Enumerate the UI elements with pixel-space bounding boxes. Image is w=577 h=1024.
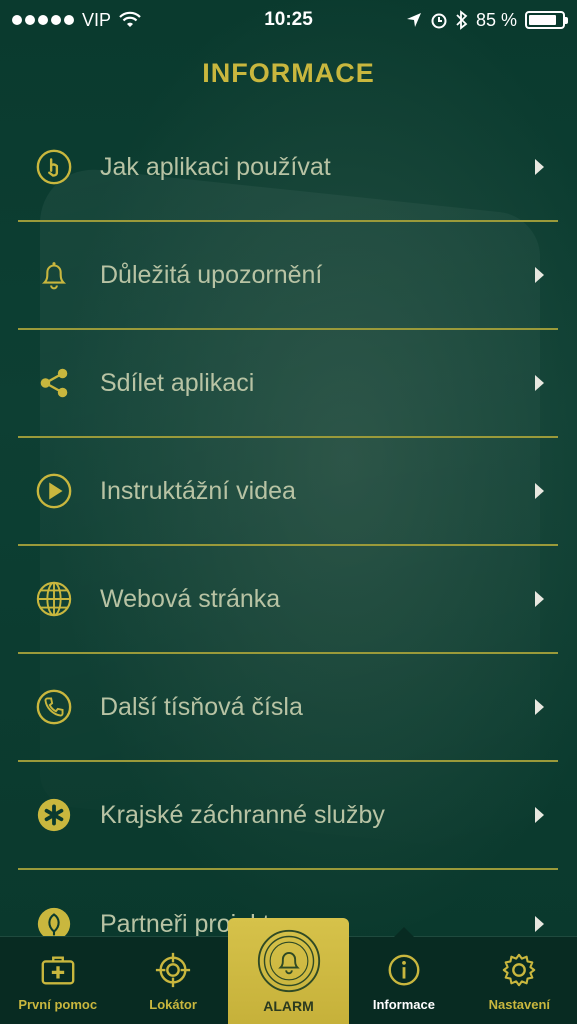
chevron-right-icon	[535, 591, 544, 607]
tab-settings[interactable]: Nastavení	[462, 937, 577, 1024]
share-icon	[34, 363, 74, 403]
alarm-bell-icon	[257, 929, 320, 993]
location-arrow-icon	[406, 13, 421, 27]
tab-label: Lokátor	[149, 997, 197, 1012]
menu-item-label: Další tísňová čísla	[100, 692, 303, 721]
chevron-right-icon	[535, 159, 544, 175]
tab-label: První pomoc	[18, 997, 98, 1012]
battery-icon	[525, 11, 568, 29]
signal-dots-icon	[12, 15, 74, 25]
first-aid-kit-icon	[41, 956, 75, 985]
chevron-right-icon	[535, 807, 544, 823]
menu-item-label: Důležitá upozornění	[100, 260, 323, 289]
bluetooth-icon	[456, 10, 468, 30]
page-title: INFORMACE	[202, 58, 375, 88]
menu-item-label: Krajské záchranné služby	[100, 800, 385, 829]
clock-time: 10:25	[264, 9, 313, 30]
menu-item-website[interactable]: Webová stránka	[18, 546, 558, 654]
menu-item-instruction-videos[interactable]: Instruktážní videa	[18, 438, 558, 546]
bell-icon	[34, 255, 74, 295]
menu-item-label: Webová stránka	[100, 584, 281, 613]
chevron-right-icon	[535, 483, 544, 499]
chevron-right-icon	[535, 375, 544, 391]
alarm-button[interactable]: ALARM	[228, 918, 349, 1024]
chevron-right-icon	[535, 916, 544, 932]
menu-item-important-notices[interactable]: Důležitá upozornění	[18, 222, 558, 330]
menu-item-label: Sdílet aplikaci	[100, 368, 255, 397]
info-icon	[388, 954, 420, 986]
menu-item-label: Jak aplikaci používat	[100, 152, 331, 181]
menu-item-how-to-use[interactable]: Jak aplikaci používat	[18, 114, 558, 222]
globe-icon	[34, 579, 74, 619]
battery-percent: 85 %	[475, 9, 517, 30]
carrier-name: VIP	[82, 9, 112, 30]
menu-item-label: Instruktážní videa	[100, 476, 296, 505]
menu-item-regional-rescue-services[interactable]: Krajské záchranné služby	[18, 762, 558, 870]
tab-label: Nastavení	[488, 997, 551, 1012]
menu-item-emergency-numbers[interactable]: Další tísňová čísla	[18, 654, 558, 762]
chevron-right-icon	[535, 699, 544, 715]
chevron-right-icon	[535, 267, 544, 283]
star-of-life-icon	[34, 795, 74, 835]
touch-icon	[34, 147, 74, 187]
menu-item-share-app[interactable]: Sdílet aplikaci	[18, 330, 558, 438]
status-bar: VIP 10:25 85 %	[0, 0, 577, 40]
tab-first-aid[interactable]: První pomoc	[0, 937, 115, 1024]
tab-info[interactable]: Informace	[346, 937, 461, 1024]
alarm-label: ALARM	[263, 998, 314, 1014]
alarm-clock-icon	[431, 13, 447, 29]
crosshair-icon	[156, 952, 191, 988]
play-icon	[34, 471, 74, 511]
phone-icon	[34, 687, 74, 727]
tab-label: Informace	[372, 997, 435, 1012]
wifi-icon	[119, 11, 141, 27]
gear-icon	[503, 953, 536, 987]
tab-locator[interactable]: Lokátor	[115, 937, 230, 1024]
info-menu-list: Jak aplikaci používat Důležitá upozorněn…	[18, 114, 558, 978]
